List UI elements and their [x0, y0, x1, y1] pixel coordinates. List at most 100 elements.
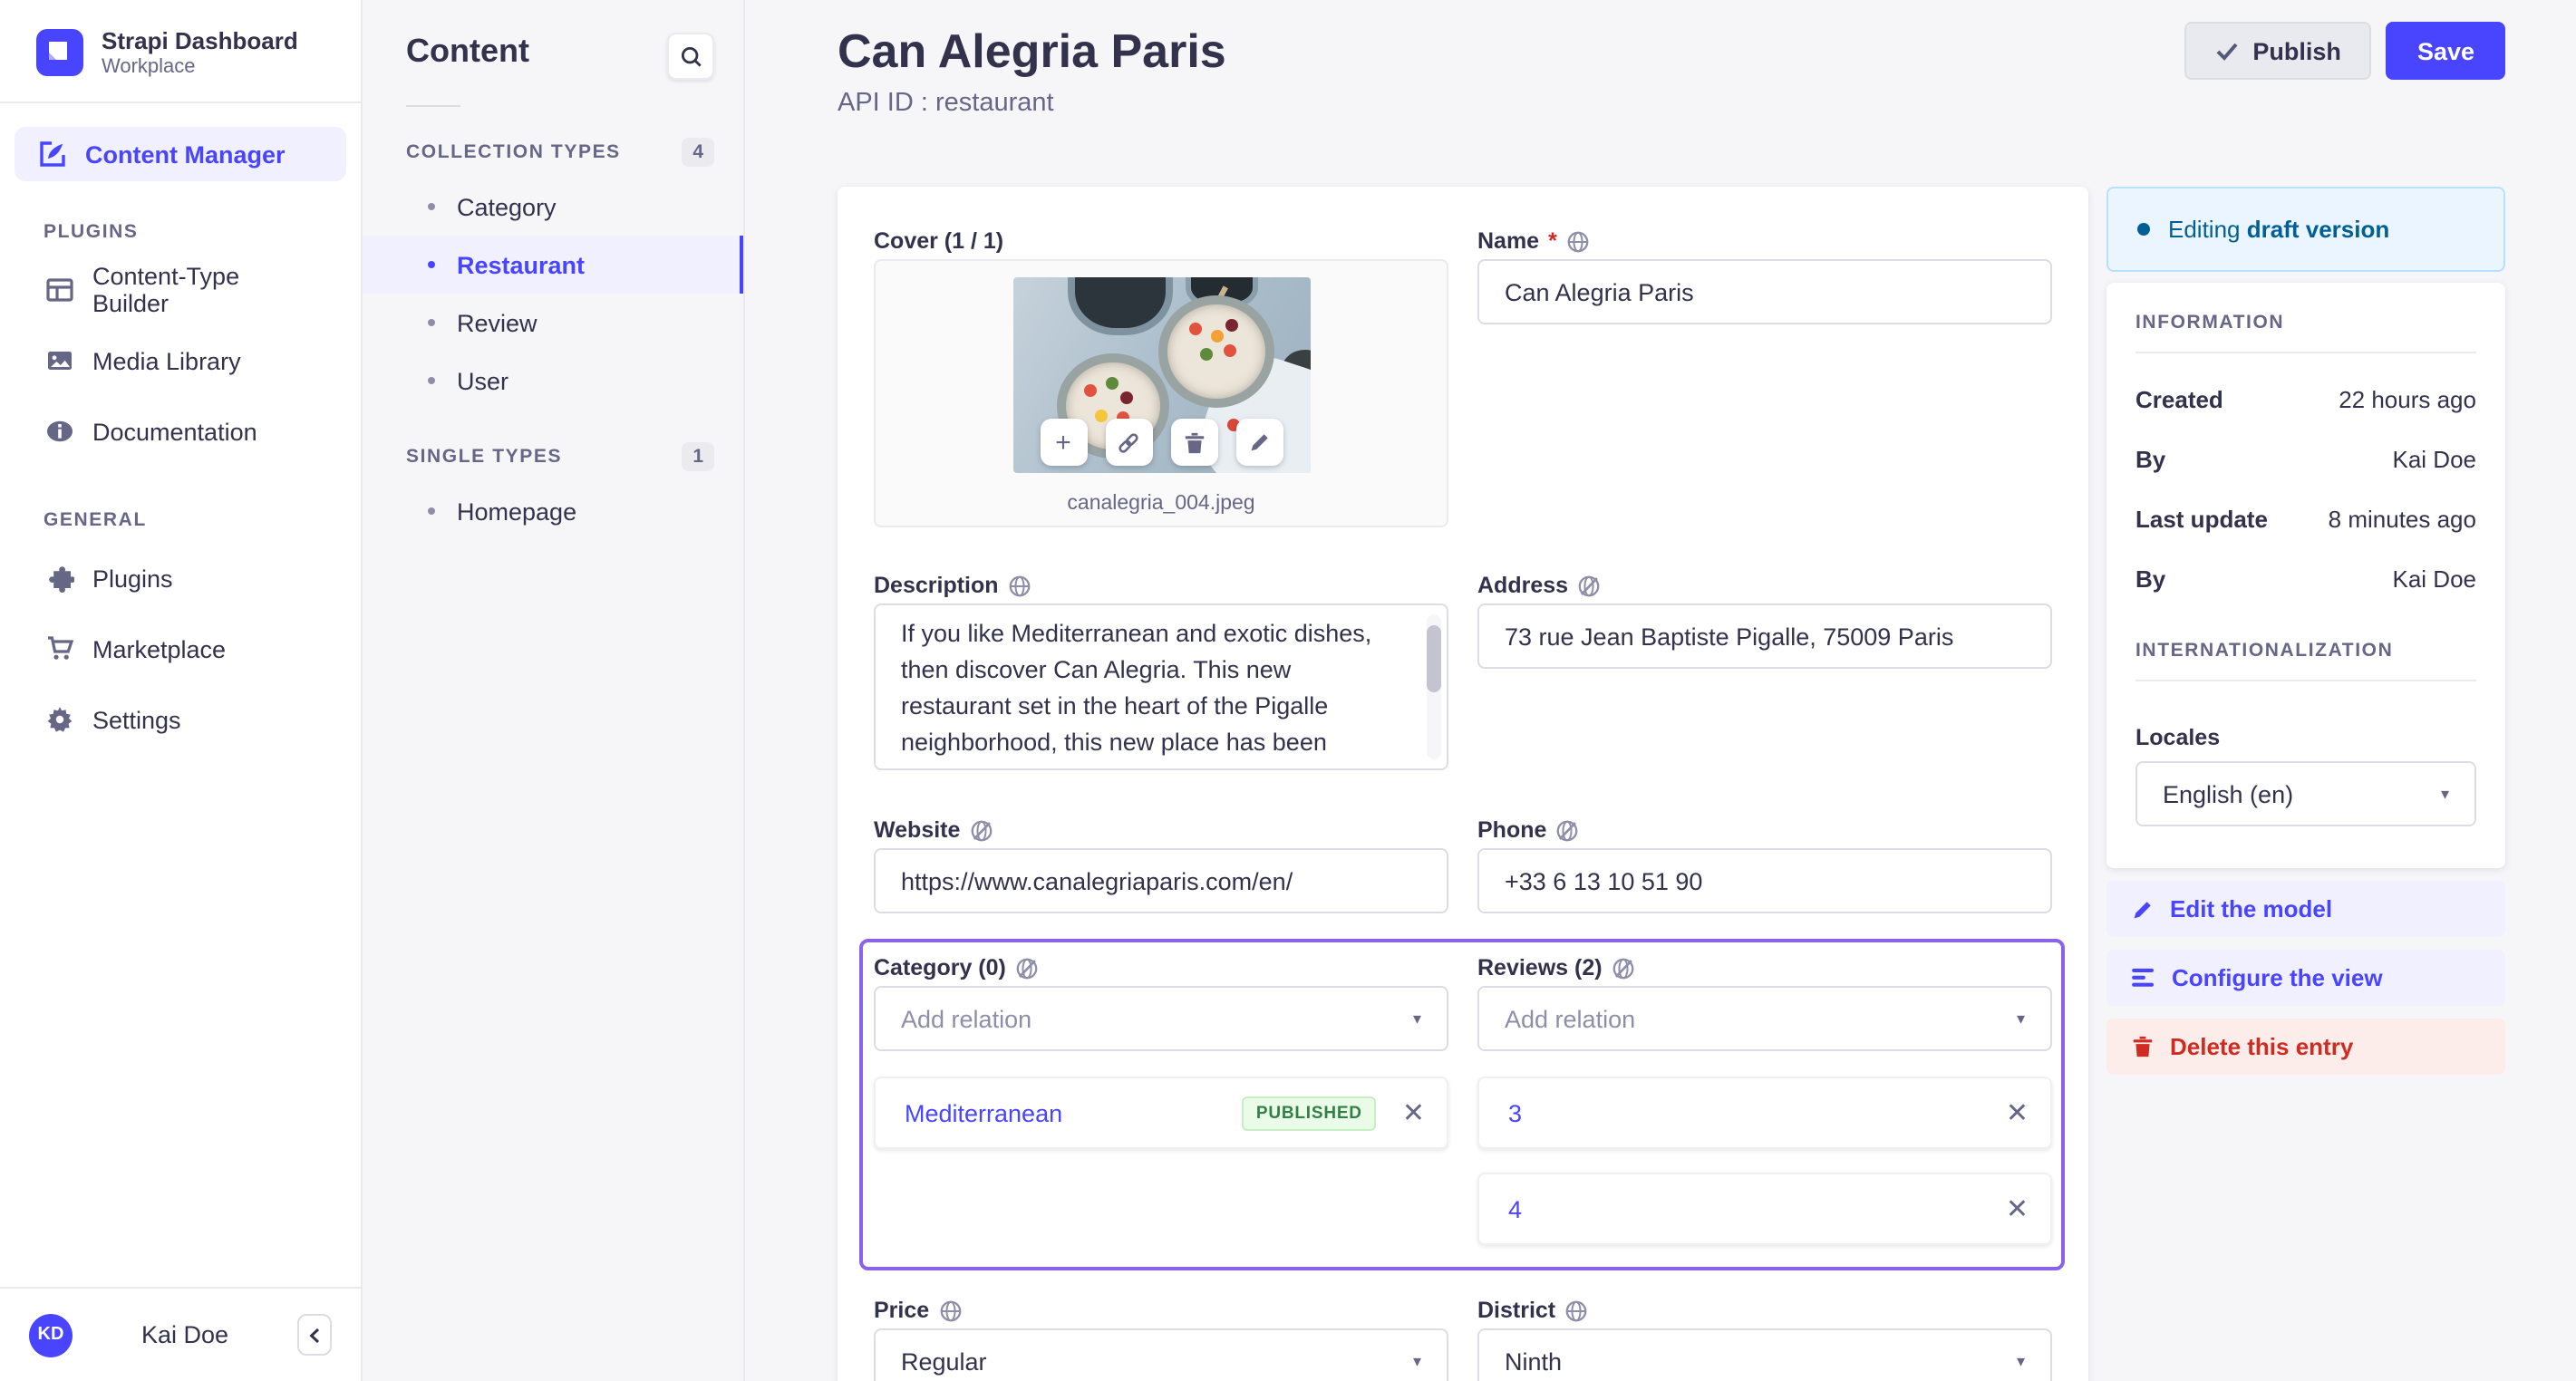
price-select[interactable]: Regular ▾ [874, 1328, 1448, 1381]
scrollbar[interactable] [1427, 614, 1441, 759]
relation-link[interactable]: 4 [1508, 1195, 2006, 1222]
pencil-icon [1250, 434, 1267, 451]
copy-link-button[interactable] [1105, 419, 1152, 466]
main-content: Can Alegria Paris API ID : restaurant Pu… [745, 0, 2576, 1381]
remove-relation-icon[interactable]: ✕ [2006, 1195, 2029, 1222]
api-id-subtitle: API ID : restaurant [838, 89, 1054, 118]
information-card: INFORMATION Created 22 hours ago By Kai … [2106, 283, 2505, 868]
district-select[interactable]: Ninth ▾ [1477, 1328, 2052, 1381]
subnav-item-category[interactable]: Category [363, 178, 743, 236]
settings-icon [44, 704, 74, 735]
subnav-item-label: User [457, 367, 509, 394]
name-input[interactable]: Can Alegria Paris [1477, 259, 2052, 324]
subnav-item-label: Restaurant [457, 251, 586, 278]
info-row-created: Created 22 hours ago [2135, 386, 2476, 413]
info-row-updated-by: By Kai Doe [2135, 565, 2476, 593]
sidebar-item-marketplace[interactable]: Marketplace [0, 625, 361, 672]
editing-status-box: Editing draft version [2106, 187, 2505, 272]
nav-section-general: GENERAL [44, 509, 147, 531]
website-label: Website [874, 817, 961, 843]
chevron-down-icon: ▾ [2016, 1351, 2025, 1369]
sidebar-item-settings[interactable]: Settings [0, 696, 361, 743]
description-textarea[interactable]: If you like Mediterranean and exotic dis… [874, 604, 1448, 770]
review-relation-item: 3 ✕ [1477, 1077, 2052, 1149]
globe-strike-icon [1612, 956, 1635, 980]
sidebar-item-content-manager[interactable]: Content Manager [15, 127, 346, 181]
sidebar-item-documentation[interactable]: Documentation [0, 408, 361, 455]
layout-lines-icon [2132, 968, 2154, 987]
review-relation-item: 4 ✕ [1477, 1173, 2052, 1245]
subnav-item-review[interactable]: Review [363, 294, 743, 352]
name-field: Name * Can Alegria Paris [1477, 227, 2052, 527]
category-add-relation-select[interactable]: Add relation ▾ [874, 986, 1448, 1051]
remove-relation-icon[interactable]: ✕ [2006, 1099, 2029, 1126]
district-field: District Ninth ▾ [1477, 1296, 2052, 1381]
sidebar-item-label: Content-Type Builder [92, 263, 240, 317]
check-icon [2215, 42, 2237, 60]
locale-select[interactable]: English (en) ▾ [2135, 761, 2476, 826]
cover-field: Cover (1 / 1) + canalegria_004.jpeg [874, 227, 1448, 527]
remove-relation-icon[interactable]: ✕ [1402, 1099, 1425, 1126]
edit-model-button[interactable]: Edit the model [2106, 881, 2505, 937]
collection-types-header: COLLECTION TYPES [406, 141, 621, 163]
trash-icon [2133, 1036, 2153, 1057]
required-mark: * [1548, 228, 1557, 254]
save-button[interactable]: Save [2386, 22, 2505, 80]
name-label: Name [1477, 228, 1540, 254]
delete-entry-button[interactable]: Delete this entry [2106, 1019, 2505, 1075]
phone-label: Phone [1477, 817, 1547, 843]
sidebar-item-label: Plugins [92, 565, 173, 592]
sidebar-collapse-button[interactable] [297, 1314, 332, 1356]
subnav-item-homepage[interactable]: Homepage [363, 482, 743, 540]
sidebar-item-content-type-builder[interactable]: Content-Type Builder [0, 263, 361, 317]
bullet-icon [428, 377, 435, 384]
price-field: Price Regular ▾ [874, 1296, 1448, 1381]
link-icon [1119, 432, 1138, 452]
website-input[interactable]: https://www.canalegriaparis.com/en/ [874, 848, 1448, 913]
publish-button[interactable]: Publish [2184, 22, 2372, 80]
search-icon [680, 45, 701, 66]
bullet-icon [428, 507, 435, 515]
district-label: District [1477, 1298, 1556, 1323]
subnav-item-restaurant[interactable]: Restaurant [363, 236, 743, 294]
subnav-item-label: Category [457, 193, 557, 220]
divider [2135, 352, 2476, 353]
configure-view-button[interactable]: Configure the view [2106, 950, 2505, 1006]
avatar[interactable]: KD [29, 1313, 73, 1357]
plugins-icon [44, 563, 74, 594]
address-input[interactable]: 73 rue Jean Baptiste Pigalle, 75009 Pari… [1477, 604, 2052, 669]
delete-media-button[interactable] [1170, 419, 1217, 466]
relation-link[interactable]: 3 [1508, 1099, 2006, 1126]
information-header: INFORMATION [2135, 312, 2285, 333]
single-types-count: 1 [682, 442, 714, 471]
collection-types-count: 4 [682, 138, 714, 167]
content-manager-icon [36, 139, 67, 169]
workspace-brand[interactable]: Strapi Dashboard Workplace [0, 0, 361, 103]
bullet-icon [428, 319, 435, 326]
category-label: Category (0) [874, 955, 1006, 980]
media-library-icon [44, 345, 74, 376]
reviews-label: Reviews (2) [1477, 955, 1603, 980]
info-row-last-update: Last update 8 minutes ago [2135, 506, 2476, 533]
sidebar-item-label: Content Manager [85, 140, 286, 168]
description-label: Description [874, 573, 999, 598]
category-relation-item: Mediterranean PUBLISHED ✕ [874, 1077, 1448, 1149]
reviews-add-relation-select[interactable]: Add relation ▾ [1477, 986, 2052, 1051]
relation-link[interactable]: Mediterranean [905, 1099, 1242, 1126]
reviews-field: Reviews (2) Add relation ▾ 3 ✕ 4 ✕ [1477, 953, 2052, 1245]
sidebar-item-media-library[interactable]: Media Library [0, 337, 361, 384]
phone-field: Phone +33 6 13 10 51 90 [1477, 816, 2052, 913]
sidebar-item-plugins[interactable]: Plugins [0, 555, 361, 602]
sidebar-item-label: Marketplace [92, 635, 227, 662]
subnav-item-user[interactable]: User [363, 352, 743, 410]
entry-side-panel: Editing draft version INFORMATION Create… [2106, 187, 2505, 1075]
address-field: Address 73 rue Jean Baptiste Pigalle, 75… [1477, 571, 2052, 770]
single-types-header: SINGLE TYPES [406, 446, 563, 468]
add-media-button[interactable]: + [1040, 419, 1087, 466]
info-row-created-by: By Kai Doe [2135, 446, 2476, 473]
globe-strike-icon [1015, 956, 1039, 980]
phone-input[interactable]: +33 6 13 10 51 90 [1477, 848, 2052, 913]
edit-media-button[interactable] [1235, 419, 1283, 466]
website-field: Website https://www.canalegriaparis.com/… [874, 816, 1448, 913]
search-button[interactable] [667, 33, 714, 80]
